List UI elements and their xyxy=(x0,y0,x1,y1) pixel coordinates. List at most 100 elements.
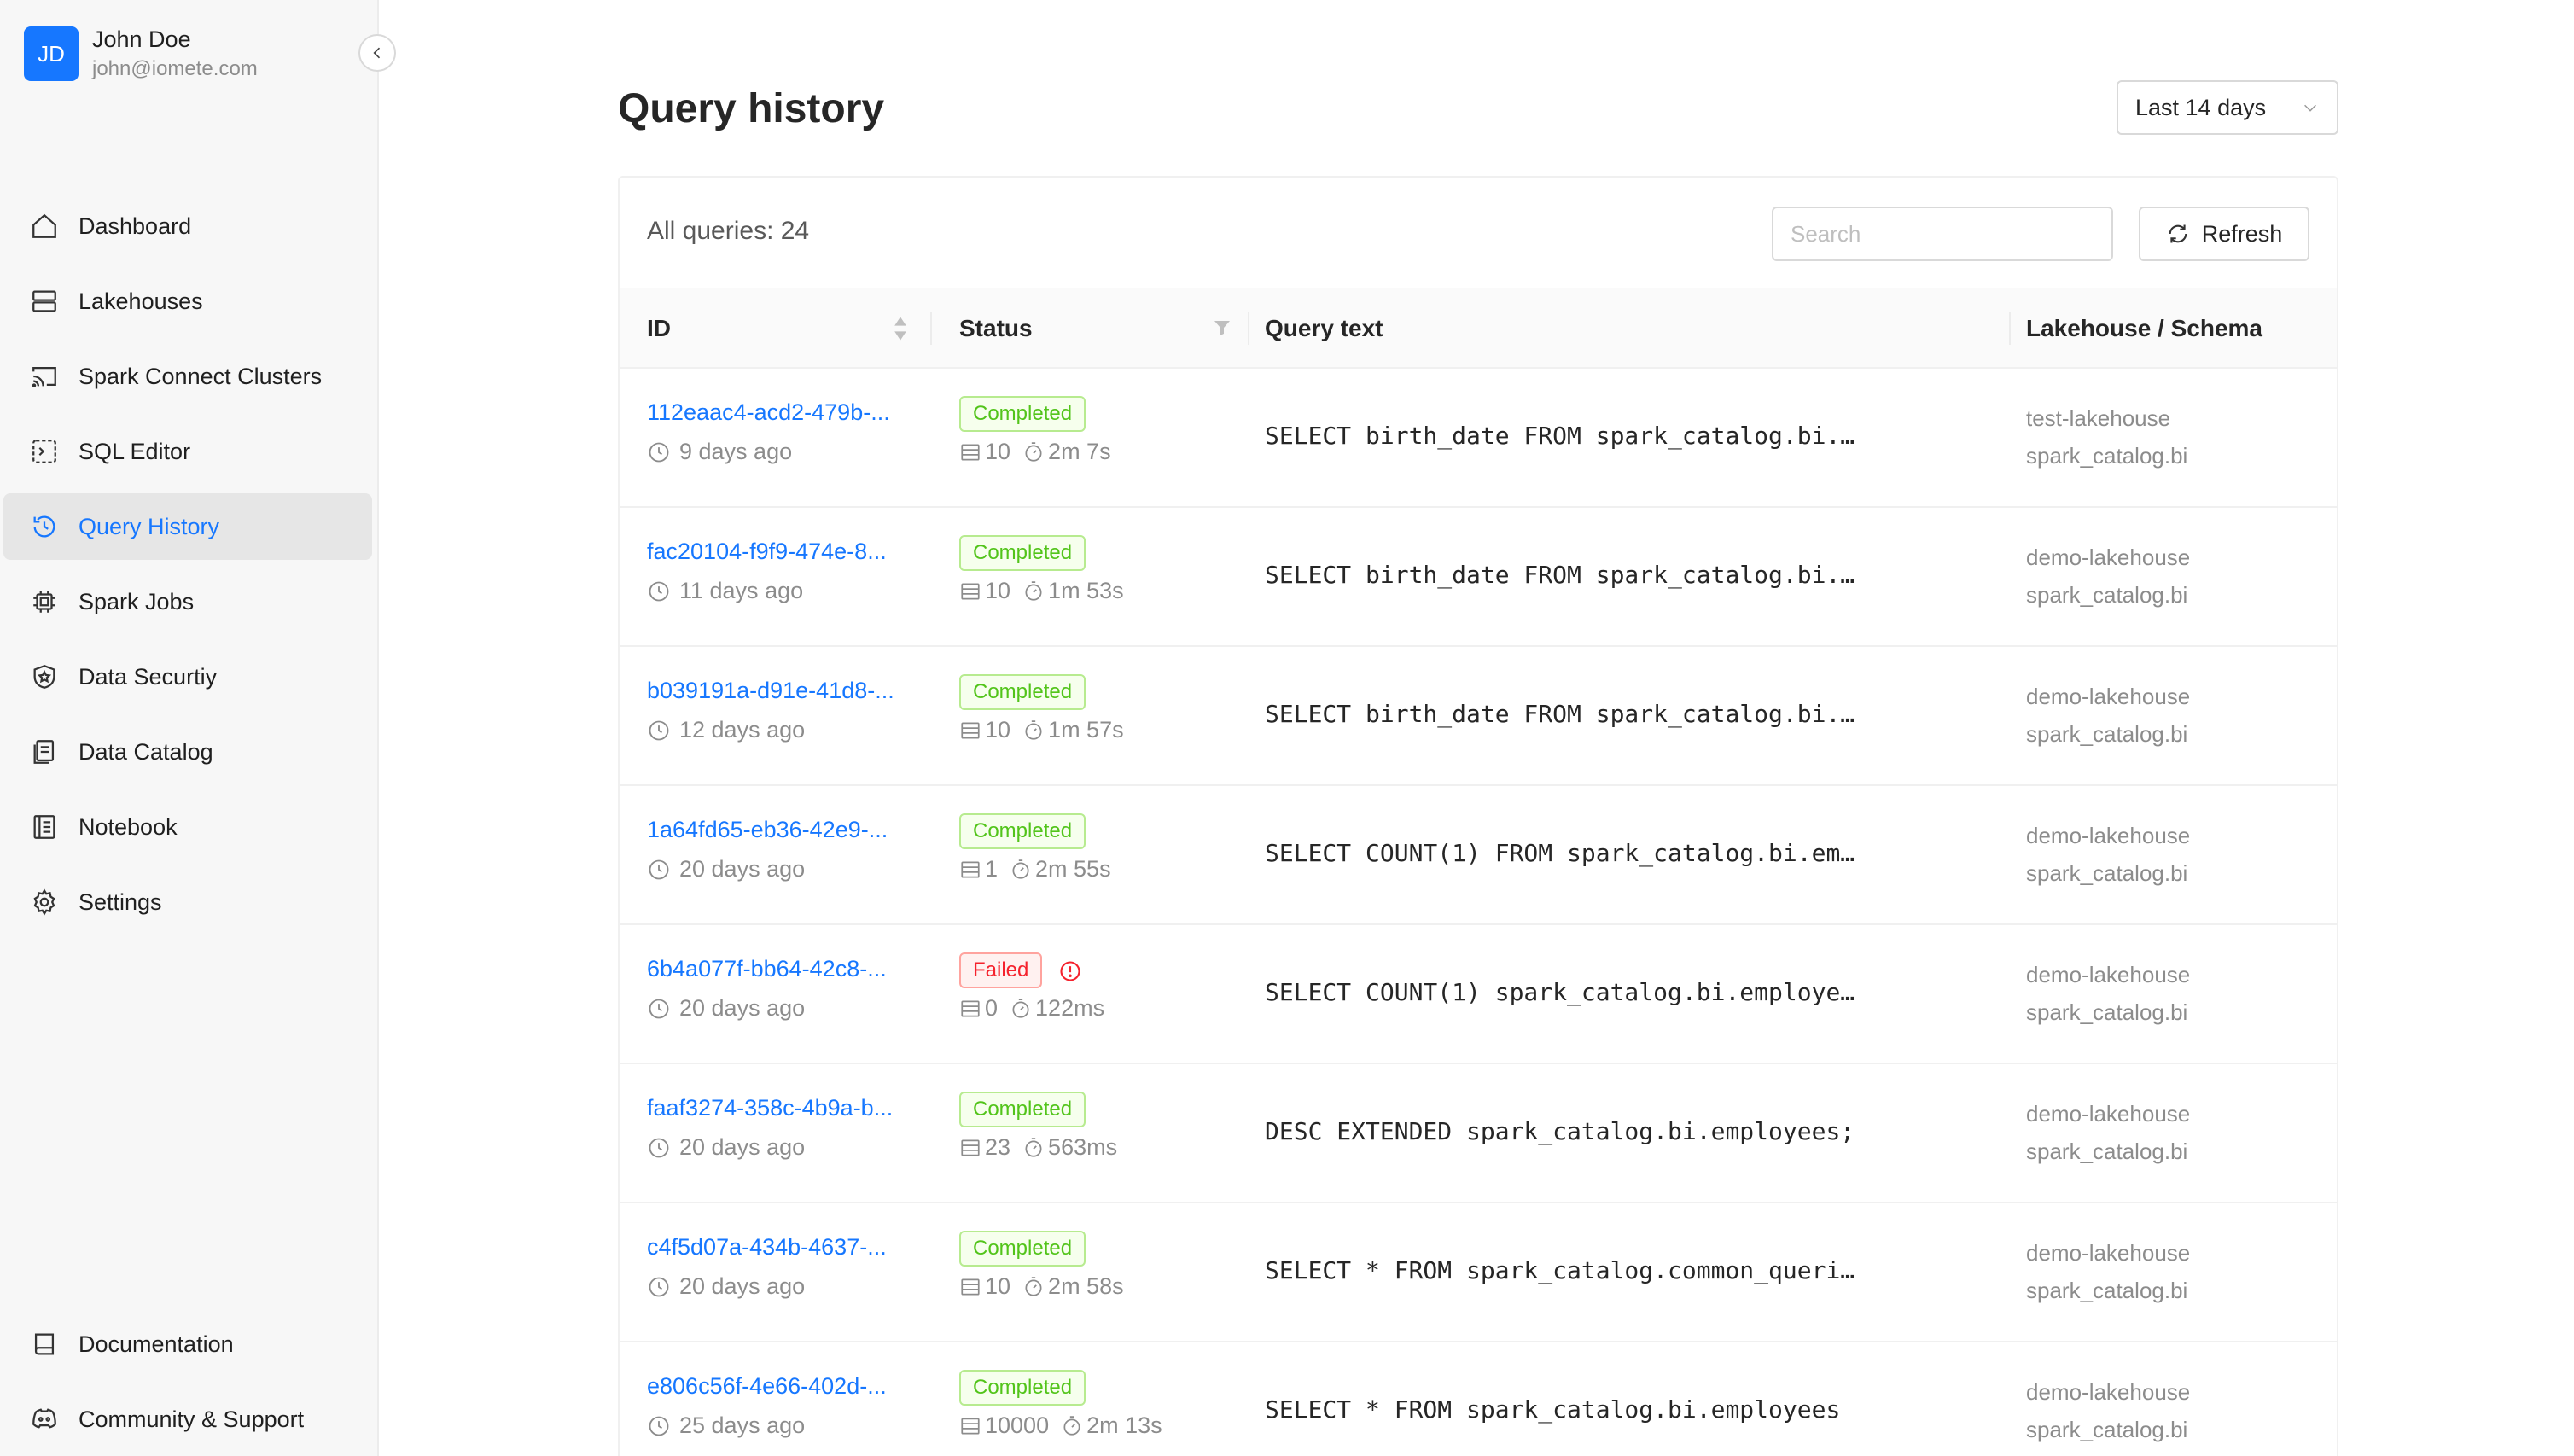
error-info-icon[interactable] xyxy=(1058,959,1082,983)
sidebar-item-label: Documentation xyxy=(79,1331,234,1357)
stopwatch-icon xyxy=(1010,998,1032,1020)
column-header-query: Query text xyxy=(1265,315,1383,341)
stopwatch-icon xyxy=(1061,1415,1083,1437)
collapse-sidebar-button[interactable] xyxy=(358,34,396,72)
avatar[interactable]: JD xyxy=(24,26,79,81)
table-toolbar: All queries: 24 Refresh xyxy=(620,178,2337,288)
status-badge: Completed xyxy=(959,1231,1086,1267)
sidebar-item-notebook[interactable]: Notebook xyxy=(3,794,372,860)
row-count: 23 xyxy=(985,1134,1011,1160)
sort-icon[interactable] xyxy=(891,314,910,343)
table-row[interactable]: 112eaac4-acd2-479b-... 9 days ago Comple… xyxy=(620,369,2337,508)
table-row[interactable]: 6b4a077f-bb64-42c8-... 20 days ago Faile… xyxy=(620,925,2337,1064)
rows-icon xyxy=(959,441,981,463)
status-badge: Failed xyxy=(959,952,1043,988)
book-icon xyxy=(27,1327,61,1361)
row-count: 0 xyxy=(985,995,999,1021)
lakehouse-name: demo-lakehouse xyxy=(2026,545,2191,570)
row-count: 10000 xyxy=(985,1412,1050,1438)
query-count: All queries: 24 xyxy=(647,217,810,245)
query-text: SELECT COUNT(1) spark_catalog.bi.employe… xyxy=(1265,978,1855,1006)
page-title: Query history xyxy=(618,86,885,131)
sidebar-item-spark-connect[interactable]: Spark Connect Clusters xyxy=(3,343,372,410)
query-table-card: All queries: 24 Refresh ID Status Query … xyxy=(618,176,2338,1456)
search-input[interactable] xyxy=(1772,207,2113,261)
user-name: John Doe xyxy=(92,26,191,52)
stopwatch-icon xyxy=(1022,441,1045,463)
lakehouse-schema: demo-lakehouse spark_catalog.bi xyxy=(2026,1095,2190,1170)
query-id-link[interactable]: b039191a-d91e-41d8-... xyxy=(647,678,903,704)
status-badge: Completed xyxy=(959,1092,1086,1127)
schema-name: spark_catalog.bi xyxy=(2026,999,2188,1025)
status-badge: Completed xyxy=(959,1370,1086,1406)
query-stats: 10 1m 57s xyxy=(959,717,1124,743)
table-row[interactable]: fac20104-f9f9-474e-8... 11 days ago Comp… xyxy=(620,508,2337,647)
query-stats: 10 2m 58s xyxy=(959,1273,1124,1300)
query-id-link[interactable]: c4f5d07a-434b-4637-... xyxy=(647,1234,903,1261)
table-header: ID Status Query text Lakehouse / Schema xyxy=(620,288,2337,369)
sidebar-item-community[interactable]: Community & Support xyxy=(3,1386,372,1453)
sidebar-item-data-security[interactable]: Data Securtiy xyxy=(3,644,372,710)
clock-icon xyxy=(647,1275,671,1299)
sidebar-item-data-catalog[interactable]: Data Catalog xyxy=(3,719,372,785)
column-header-status[interactable]: Status xyxy=(959,288,1033,369)
sidebar-item-label: Data Securtiy xyxy=(79,663,218,690)
column-header-lakehouse: Lakehouse / Schema xyxy=(2026,315,2263,341)
schema-name: spark_catalog.bi xyxy=(2026,1417,2188,1442)
duration: 1m 53s xyxy=(1048,578,1124,603)
lakehouse-schema: demo-lakehouse spark_catalog.bi xyxy=(2026,678,2190,753)
lakehouse-schema: demo-lakehouse spark_catalog.bi xyxy=(2026,817,2190,892)
user-profile[interactable]: JD John Doe john@iomete.com xyxy=(24,24,258,84)
history-icon xyxy=(27,510,61,544)
gear-icon xyxy=(27,885,61,919)
query-id-link[interactable]: 112eaac4-acd2-479b-... xyxy=(647,399,903,426)
query-id-link[interactable]: faaf3274-358c-4b9a-b... xyxy=(647,1095,903,1121)
query-stats: 1 2m 55s xyxy=(959,856,1111,882)
query-text: SELECT * FROM spark_catalog.common_queri… xyxy=(1265,1256,1855,1284)
refresh-button[interactable]: Refresh xyxy=(2139,207,2309,261)
sidebar-item-lakehouses[interactable]: Lakehouses xyxy=(3,268,372,335)
table-row[interactable]: faaf3274-358c-4b9a-b... 20 days ago Comp… xyxy=(620,1064,2337,1203)
schema-name: spark_catalog.bi xyxy=(2026,1139,2188,1164)
date-range-select[interactable]: Last 14 days xyxy=(2117,80,2338,135)
time-text: 20 days ago xyxy=(679,1134,806,1160)
table-row[interactable]: b039191a-d91e-41d8-... 12 days ago Compl… xyxy=(620,647,2337,786)
table-row[interactable]: 1a64fd65-eb36-42e9-... 20 days ago Compl… xyxy=(620,786,2337,925)
query-text: SELECT * FROM spark_catalog.bi.employees xyxy=(1265,1395,1841,1424)
refresh-label: Refresh xyxy=(2201,220,2283,247)
sidebar-item-label: Spark Jobs xyxy=(79,588,195,614)
sidebar-item-settings[interactable]: Settings xyxy=(3,869,372,935)
filter-icon[interactable] xyxy=(1212,317,1232,338)
code-icon xyxy=(27,434,61,469)
sidebar-item-label: Community & Support xyxy=(79,1406,305,1432)
sidebar-item-dashboard[interactable]: Dashboard xyxy=(3,193,372,259)
table-row[interactable]: e806c56f-4e66-402d-... 25 days ago Compl… xyxy=(620,1342,2337,1456)
query-text: SELECT COUNT(1) FROM spark_catalog.bi.em… xyxy=(1265,839,1855,867)
query-id-link[interactable]: 1a64fd65-eb36-42e9-... xyxy=(647,817,903,843)
sidebar-item-spark-jobs[interactable]: Spark Jobs xyxy=(3,568,372,635)
row-count: 10 xyxy=(985,717,1011,743)
time-text: 12 days ago xyxy=(679,717,806,743)
column-divider xyxy=(1248,312,1249,345)
catalog-icon xyxy=(27,735,61,769)
sidebar-item-label: SQL Editor xyxy=(79,438,191,464)
table-row[interactable]: c4f5d07a-434b-4637-... 20 days ago Compl… xyxy=(620,1203,2337,1342)
user-info: John Doe john@iomete.com xyxy=(92,24,258,84)
schema-name: spark_catalog.bi xyxy=(2026,443,2188,469)
refresh-icon xyxy=(2166,222,2190,246)
query-text: SELECT birth_date FROM spark_catalog.bi.… xyxy=(1265,561,1855,589)
column-header-id[interactable]: ID xyxy=(647,288,671,369)
query-id-link[interactable]: 6b4a077f-bb64-42c8-... xyxy=(647,956,903,982)
stopwatch-icon xyxy=(1022,719,1045,742)
time-text: 20 days ago xyxy=(679,1273,806,1299)
sidebar-item-query-history[interactable]: Query History xyxy=(3,493,372,560)
query-id-link[interactable]: e806c56f-4e66-402d-... xyxy=(647,1373,903,1400)
sidebar-item-documentation[interactable]: Documentation xyxy=(3,1311,372,1377)
lakehouse-name: demo-lakehouse xyxy=(2026,1379,2191,1405)
query-time: 20 days ago xyxy=(647,1134,805,1161)
notebook-icon xyxy=(27,810,61,844)
duration: 122ms xyxy=(1035,995,1105,1021)
query-id-link[interactable]: fac20104-f9f9-474e-8... xyxy=(647,539,903,565)
sidebar-item-label: Dashboard xyxy=(79,213,192,239)
sidebar-item-sql-editor[interactable]: SQL Editor xyxy=(3,418,372,485)
